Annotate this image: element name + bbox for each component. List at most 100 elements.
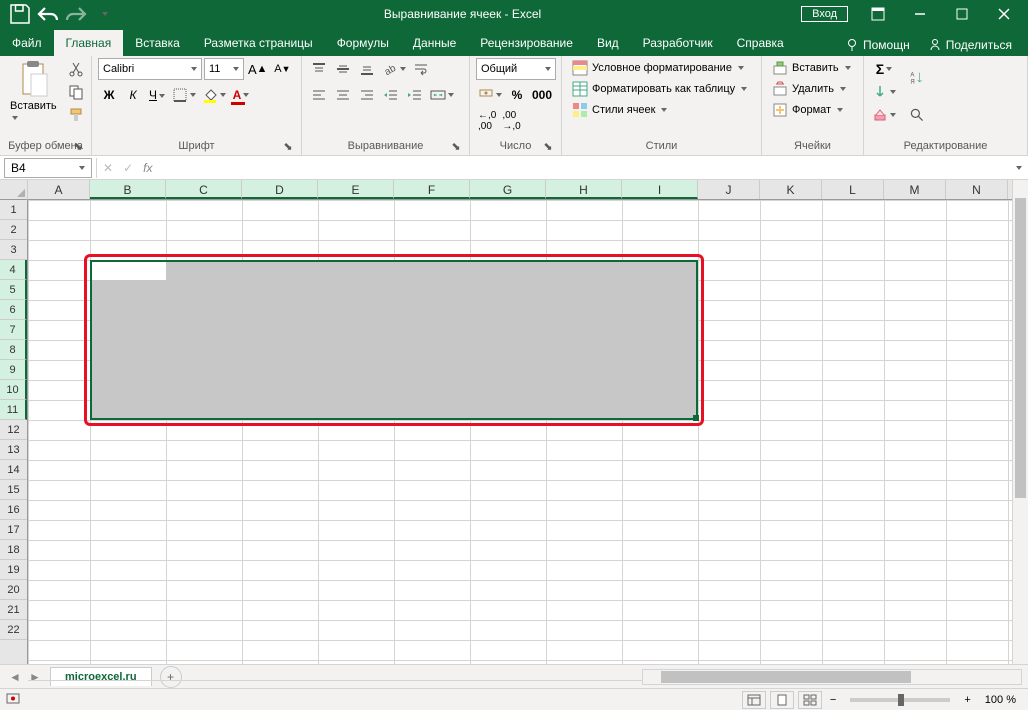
increase-indent-icon[interactable] — [404, 84, 426, 106]
tab-home[interactable]: Главная — [54, 30, 124, 56]
tab-review[interactable]: Рецензирование — [468, 30, 585, 56]
tab-formulas[interactable]: Формулы — [325, 30, 401, 56]
row-header-5[interactable]: 5 — [0, 280, 27, 300]
redo-button[interactable] — [64, 2, 88, 26]
tellme-button[interactable]: Помощн — [839, 34, 916, 56]
col-header-E[interactable]: E — [318, 180, 394, 199]
row-header-20[interactable]: 20 — [0, 580, 27, 600]
row-header-4[interactable]: 4 — [0, 260, 27, 280]
percent-icon[interactable]: % — [506, 84, 528, 106]
formula-bar[interactable] — [162, 158, 1004, 178]
align-left-icon[interactable] — [308, 84, 330, 106]
align-center-icon[interactable] — [332, 84, 354, 106]
page-layout-view-icon[interactable] — [770, 691, 794, 709]
row-header-10[interactable]: 10 — [0, 380, 27, 400]
sheet-nav-prev[interactable]: ◄ — [6, 668, 24, 686]
expand-formula-bar[interactable] — [1014, 161, 1022, 175]
copy-button[interactable] — [65, 81, 87, 103]
row-header-13[interactable]: 13 — [0, 440, 27, 460]
number-format-combo[interactable]: Общий — [476, 58, 556, 80]
select-all-button[interactable] — [0, 180, 28, 200]
share-button[interactable]: Поделиться — [922, 34, 1018, 56]
accounting-format-icon[interactable] — [476, 84, 504, 106]
col-header-L[interactable]: L — [822, 180, 884, 199]
tab-pagelayout[interactable]: Разметка страницы — [192, 30, 325, 56]
col-header-H[interactable]: H — [546, 180, 622, 199]
sheet-nav-next[interactable]: ► — [26, 668, 44, 686]
paste-button[interactable]: Вставить — [6, 58, 61, 126]
row-header-3[interactable]: 3 — [0, 240, 27, 260]
save-button[interactable] — [8, 2, 32, 26]
font-size-combo[interactable]: 11 — [204, 58, 244, 80]
insert-cells-button[interactable]: Вставить — [768, 58, 855, 78]
zoom-out-button[interactable]: − — [826, 694, 840, 706]
orientation-icon[interactable]: ab — [380, 58, 408, 80]
font-name-combo[interactable]: Calibri — [98, 58, 202, 80]
tab-developer[interactable]: Разработчик — [631, 30, 725, 56]
conditional-formatting-button[interactable]: Условное форматирование — [568, 58, 748, 78]
row-header-11[interactable]: 11 — [0, 400, 27, 420]
vertical-scrollbar[interactable] — [1012, 180, 1028, 664]
row-header-6[interactable]: 6 — [0, 300, 27, 320]
row-header-21[interactable]: 21 — [0, 600, 27, 620]
row-header-7[interactable]: 7 — [0, 320, 27, 340]
fill-handle[interactable] — [693, 415, 699, 421]
name-box[interactable]: B4 — [4, 158, 92, 178]
row-header-18[interactable]: 18 — [0, 540, 27, 560]
close-button[interactable] — [984, 1, 1024, 27]
zoom-in-button[interactable]: + — [960, 694, 974, 706]
active-cell[interactable] — [92, 262, 166, 280]
col-header-J[interactable]: J — [698, 180, 760, 199]
row-header-9[interactable]: 9 — [0, 360, 27, 380]
align-right-icon[interactable] — [356, 84, 378, 106]
row-header-14[interactable]: 14 — [0, 460, 27, 480]
tab-help[interactable]: Справка — [725, 30, 796, 56]
col-header-C[interactable]: C — [166, 180, 242, 199]
row-header-2[interactable]: 2 — [0, 220, 27, 240]
col-header-M[interactable]: M — [884, 180, 946, 199]
format-cells-button[interactable]: Формат — [768, 100, 847, 120]
align-top-icon[interactable] — [308, 58, 330, 80]
record-macro-icon[interactable] — [6, 691, 20, 708]
zoom-level[interactable]: 100 % — [979, 694, 1022, 706]
col-header-B[interactable]: B — [90, 180, 166, 199]
col-header-G[interactable]: G — [470, 180, 546, 199]
tab-view[interactable]: Вид — [585, 30, 631, 56]
row-header-16[interactable]: 16 — [0, 500, 27, 520]
fx-icon[interactable]: fx — [143, 161, 152, 175]
borders-button[interactable] — [170, 84, 198, 106]
decrease-indent-icon[interactable] — [380, 84, 402, 106]
tab-data[interactable]: Данные — [401, 30, 468, 56]
undo-button[interactable] — [36, 2, 60, 26]
ribbon-options-icon[interactable] — [858, 1, 898, 27]
align-bottom-icon[interactable] — [356, 58, 378, 80]
sheet-tab[interactable]: microexcel.ru — [50, 667, 152, 686]
font-launcher[interactable]: ⬊ — [281, 139, 295, 153]
clear-icon[interactable] — [870, 104, 898, 126]
sort-filter-icon[interactable]: АЯ — [906, 58, 928, 98]
format-as-table-button[interactable]: Форматировать как таблицу — [568, 79, 751, 99]
row-header-15[interactable]: 15 — [0, 480, 27, 500]
delete-cells-button[interactable]: Удалить — [768, 79, 850, 99]
alignment-launcher[interactable]: ⬊ — [449, 139, 463, 153]
col-header-K[interactable]: K — [760, 180, 822, 199]
horizontal-scrollbar[interactable] — [642, 669, 1022, 685]
tab-insert[interactable]: Вставка — [123, 30, 192, 56]
row-header-1[interactable]: 1 — [0, 200, 27, 220]
normal-view-icon[interactable] — [742, 691, 766, 709]
enter-formula-icon[interactable]: ✓ — [123, 161, 133, 175]
merge-cells-icon[interactable] — [428, 84, 456, 106]
minimize-button[interactable] — [900, 1, 940, 27]
tab-file[interactable]: Файл — [0, 30, 54, 56]
qat-customize[interactable] — [92, 2, 116, 26]
cancel-formula-icon[interactable]: ✕ — [103, 161, 113, 175]
underline-button[interactable]: Ч — [146, 84, 168, 106]
align-middle-icon[interactable] — [332, 58, 354, 80]
fill-color-button[interactable] — [200, 84, 228, 106]
spreadsheet-grid[interactable] — [28, 200, 1012, 664]
zoom-slider[interactable] — [850, 698, 950, 702]
page-break-view-icon[interactable] — [798, 691, 822, 709]
maximize-button[interactable] — [942, 1, 982, 27]
format-painter-button[interactable] — [65, 104, 87, 126]
fill-icon[interactable] — [870, 81, 898, 103]
